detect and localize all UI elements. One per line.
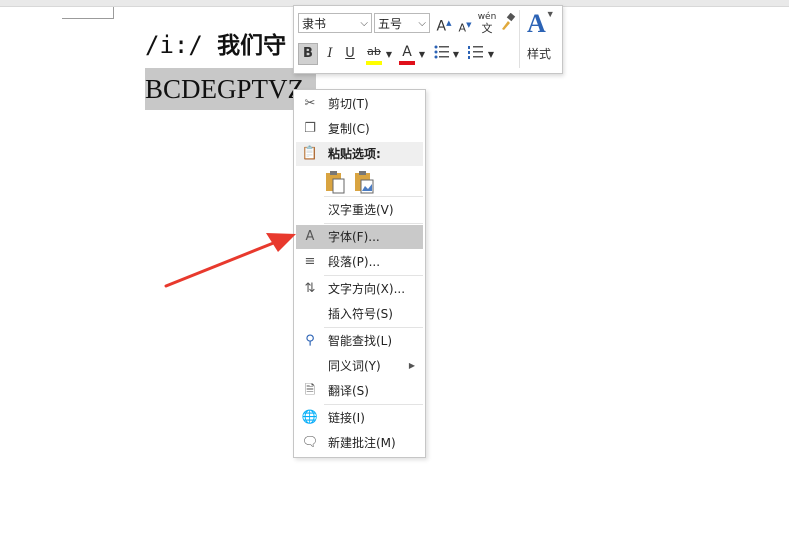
annotation-arrow-icon	[164, 233, 296, 288]
